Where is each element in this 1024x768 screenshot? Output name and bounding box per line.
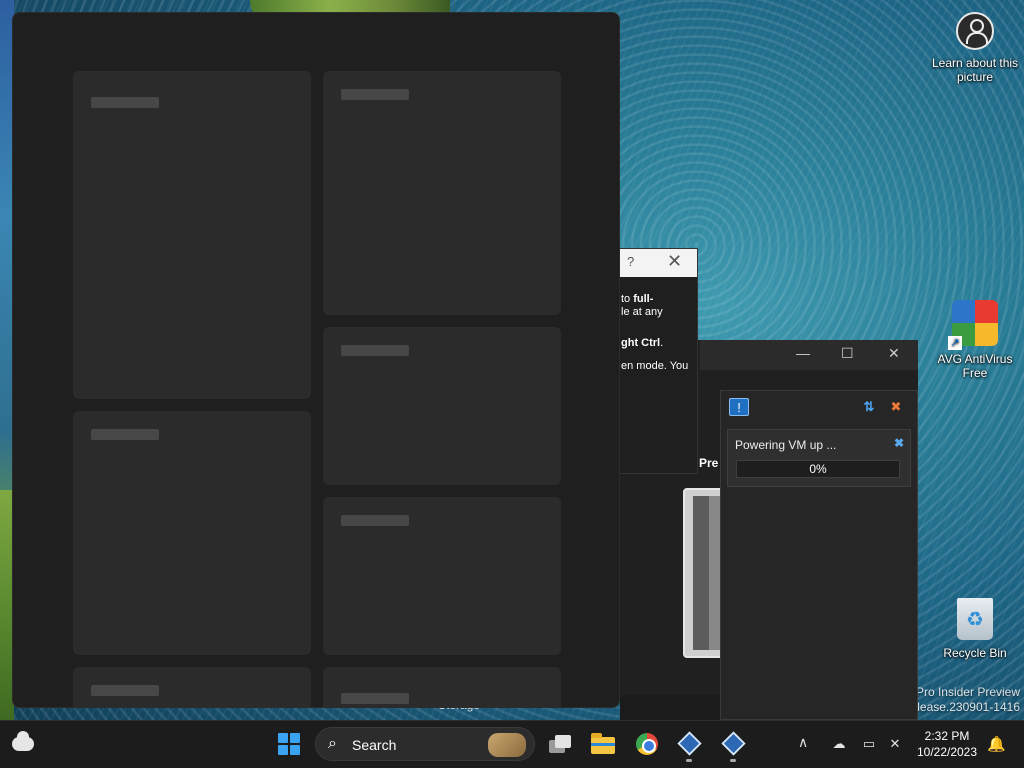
search-icon: ⌕: [328, 735, 337, 752]
clock-time: 2:32 PM: [924, 729, 970, 743]
dialog-text: .: [660, 337, 664, 349]
taskbar-search-box[interactable]: ⌕ Search: [315, 727, 535, 761]
desktop-icon-avg-antivirus[interactable]: AVG AntiVirus Free: [929, 300, 1021, 380]
close-button[interactable]: ✕: [888, 345, 900, 362]
windows-logo-pane: [290, 733, 300, 743]
notification-bell-icon[interactable]: 🔔: [987, 735, 1006, 753]
volume-muted-icon[interactable]: ✕: [886, 736, 904, 752]
progress-message: Powering VM up ...: [735, 438, 837, 452]
maximize-button[interactable]: ☐: [841, 345, 854, 362]
desktop-icon-label: AVG AntiVirus Free: [937, 352, 1013, 380]
skeleton-title-placeholder: [91, 97, 159, 108]
skeleton-title-placeholder: [91, 429, 159, 440]
skeleton-tile: [323, 497, 561, 655]
skeleton-title-placeholder: [341, 345, 409, 356]
virtualbox-icon: [721, 731, 746, 756]
avg-logo-icon: [948, 300, 998, 350]
window-titlebar[interactable]: — ☐ ✕: [700, 340, 918, 370]
start-button[interactable]: [273, 728, 307, 760]
help-button[interactable]: ?: [627, 254, 634, 269]
clock-date: 10/22/2023: [916, 745, 978, 759]
desktop-icon-recycle-bin[interactable]: Recycle Bin: [929, 598, 1021, 660]
notification-toggle-icon[interactable]: !: [729, 398, 749, 416]
virtualbox-icon: [677, 731, 702, 756]
skeleton-tile: [323, 667, 561, 707]
skeleton-title-placeholder: [341, 693, 409, 704]
desktop-icon-label: Learn about this picture: [931, 56, 1019, 84]
virtualbox-manager-taskbar-button[interactable]: [672, 728, 706, 762]
widgets-loading-window[interactable]: [12, 12, 620, 708]
system-clock[interactable]: 2:32 PM 10/22/2023: [914, 728, 980, 760]
notification-center-panel[interactable]: ! ⇅ ✖ Powering VM up ... ✖ 0%: [720, 390, 918, 720]
virtualbox-vm-taskbar-button[interactable]: [716, 728, 750, 762]
onedrive-icon[interactable]: ☁: [830, 736, 848, 752]
sort-notifications-icon[interactable]: ⇅: [859, 398, 879, 416]
folder-icon: [591, 733, 615, 754]
progress-notification: Powering VM up ... ✖ 0%: [727, 429, 911, 487]
cancel-progress-icon[interactable]: ✖: [894, 436, 904, 450]
minimize-button[interactable]: —: [796, 345, 810, 361]
chrome-icon: [636, 733, 658, 755]
windows-logo-icon: [278, 733, 288, 743]
file-explorer-button[interactable]: [586, 728, 620, 760]
skeleton-tile: [73, 71, 311, 399]
skeleton-title-placeholder: [341, 515, 409, 526]
skeleton-tile: [323, 71, 561, 315]
show-hidden-icons-chevron[interactable]: ∧: [798, 734, 808, 751]
search-placeholder: Search: [352, 737, 397, 753]
windows-logo-pane: [278, 745, 288, 755]
desktop-icon-learn-about-picture[interactable]: Learn about this picture: [929, 12, 1021, 84]
camera-info-icon: [956, 12, 994, 50]
dialog-text-bold: ght Ctrl: [621, 337, 661, 349]
dialog-text: le at any: [621, 306, 663, 318]
dialog-text: to: [621, 293, 634, 305]
progress-bar: 0%: [736, 460, 900, 478]
network-icon[interactable]: ▭: [860, 736, 878, 752]
chrome-button[interactable]: [630, 728, 664, 760]
skeleton-tile: [73, 411, 311, 655]
recycle-bin-icon: [957, 598, 993, 640]
desktop-icon-label: Recycle Bin: [943, 646, 1007, 660]
skeleton-tile: [73, 667, 311, 707]
dialog-text-bold: full-: [633, 293, 654, 305]
preview-section-label: Pre: [699, 456, 719, 470]
cloud-icon: [12, 731, 34, 751]
task-view-icon-front: [555, 735, 571, 748]
skeleton-title-placeholder: [341, 89, 409, 100]
watermark-line-2: elease.230901-1416: [910, 700, 1020, 714]
progress-percent: 0%: [809, 462, 827, 476]
windows-logo-pane: [290, 745, 300, 755]
search-highlight-image: [488, 733, 526, 757]
watermark-line-1: Pro Insider Preview: [915, 685, 1020, 699]
dialog-close-button[interactable]: ✕: [667, 251, 682, 272]
skeleton-tile: [323, 327, 561, 485]
vm-preview-sidebar: [693, 496, 709, 650]
weather-widget-button[interactable]: [6, 728, 40, 760]
task-view-button[interactable]: [543, 728, 577, 760]
windows-build-watermark: Pro Insider Preview elease.230901-1416: [911, 685, 1020, 715]
skeleton-title-placeholder: [91, 685, 159, 696]
clear-notifications-icon[interactable]: ✖: [886, 398, 906, 416]
dialog-text: en mode. You: [621, 360, 689, 372]
